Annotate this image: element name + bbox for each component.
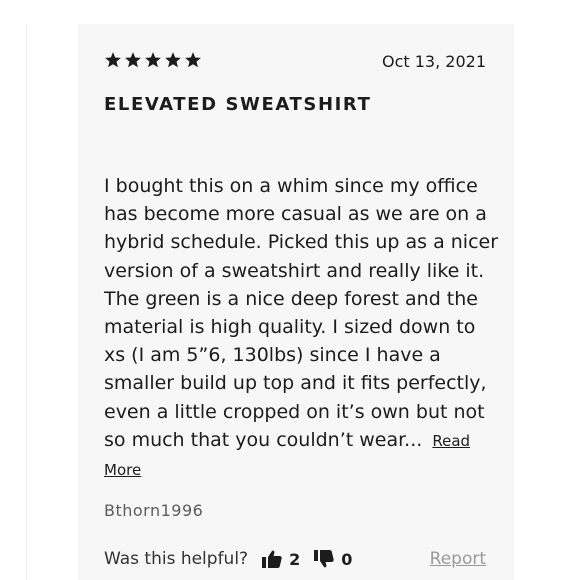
star-icon (185, 52, 201, 68)
upvote-button[interactable]: 2 (262, 550, 300, 569)
review-author: Bthorn1996 (104, 501, 204, 520)
downvote-count: 0 (341, 549, 353, 569)
helpful-row: Was this helpful? 2 0 Report (104, 547, 486, 571)
upvote-count: 2 (289, 549, 301, 569)
review-title: ELEVATED SWEATSHIRT (104, 94, 372, 115)
thumbs-up-icon (262, 550, 282, 568)
downvote-button[interactable]: 0 (314, 550, 352, 569)
star-icon (105, 52, 121, 68)
star-rating (104, 51, 202, 69)
review-date: Oct 13, 2021 (382, 52, 486, 71)
star-icon (145, 52, 161, 68)
page-divider (26, 24, 27, 580)
review-text: I bought this on a whim since my office … (104, 175, 499, 451)
report-link[interactable]: Report (430, 549, 486, 569)
thumbs-down-icon (314, 550, 334, 568)
review-card: Oct 13, 2021 ELEVATED SWEATSHIRT I bough… (78, 24, 514, 580)
helpful-label: Was this helpful? (104, 549, 249, 569)
review-body: I bought this on a whim since my office … (104, 172, 499, 484)
star-icon (125, 52, 141, 68)
star-icon (165, 52, 181, 68)
